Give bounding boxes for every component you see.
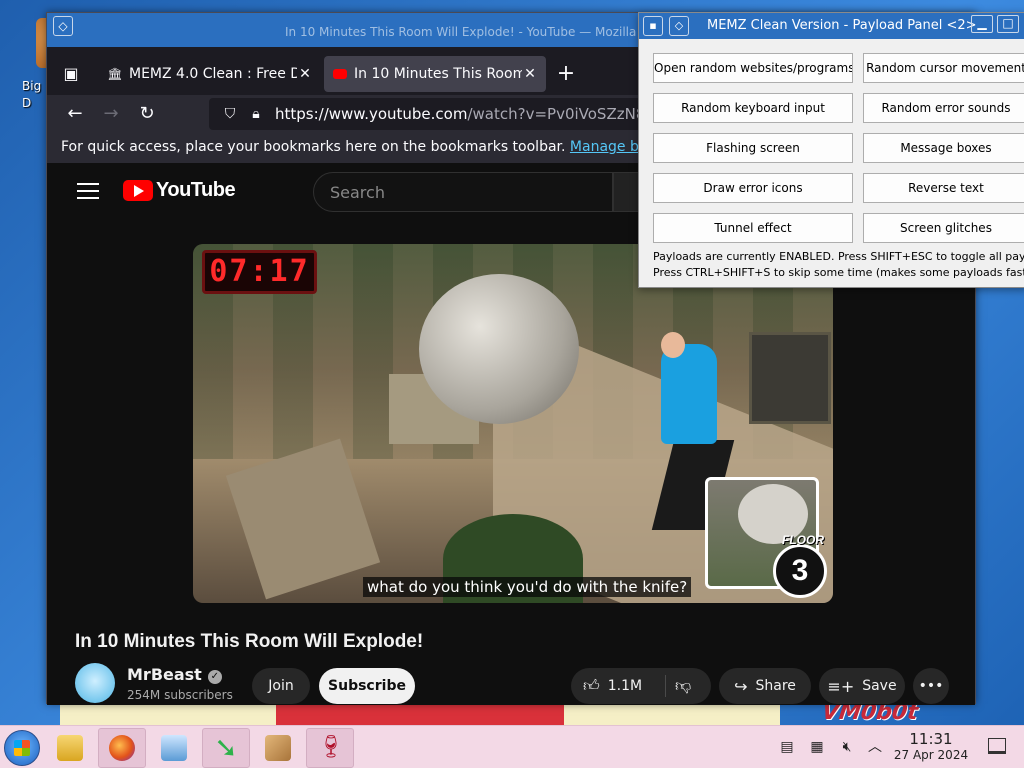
- tab-label: In 10 Minutes This Room: [354, 66, 522, 82]
- playlist-add-icon: ≡+: [827, 676, 855, 696]
- youtube-icon: [332, 66, 348, 82]
- subscriber-count: 254M subscribers: [127, 688, 233, 702]
- save-button[interactable]: ≡+ Save: [819, 668, 905, 704]
- show-desktop-icon[interactable]: [988, 738, 1006, 754]
- panel-title: MEMZ Clean Version - Payload Panel <2>: [707, 18, 977, 33]
- payload-button[interactable]: Reverse text: [863, 173, 1024, 203]
- url-text[interactable]: https://www.youtube.com/watch?v=Pv0iVoSZ…: [275, 105, 645, 123]
- shield-icon[interactable]: ⛉: [217, 106, 243, 122]
- payload-button[interactable]: Flashing screen: [653, 133, 853, 163]
- window-icon[interactable]: ▪: [643, 16, 663, 36]
- window-menu-icon[interactable]: ◇: [53, 16, 73, 36]
- video-player[interactable]: 07:17 FLOOR 3 what do you think you'd do…: [193, 244, 833, 603]
- payload-button[interactable]: Random cursor movement: [863, 53, 1024, 83]
- thumbs-down-icon[interactable]: 👎︎: [675, 676, 691, 696]
- minimize-icon[interactable]: ▁: [971, 15, 993, 33]
- video-frame: [661, 332, 685, 358]
- youtube-wordmark: YouTube: [156, 179, 236, 201]
- download-icon[interactable]: ➘: [202, 728, 250, 768]
- video-caption: what do you think you'd do with the knif…: [363, 577, 692, 597]
- payload-status-note: Payloads are currently ENABLED. Press SH…: [653, 250, 1024, 263]
- video-frame: [749, 332, 831, 424]
- floor-number: 3: [791, 554, 809, 587]
- clipboard-icon[interactable]: ▦: [808, 738, 826, 756]
- payload-button[interactable]: Open random websites/programs: [653, 53, 853, 83]
- control-panel-icon[interactable]: [150, 728, 198, 768]
- youtube-logo[interactable]: YouTube: [123, 179, 236, 202]
- payload-button[interactable]: Message boxes: [863, 133, 1024, 163]
- like-button[interactable]: 👍︎ 1.1M 👎︎: [571, 668, 711, 704]
- video-frame: [661, 344, 717, 444]
- like-count: 1.1M: [607, 678, 643, 694]
- hamburger-menu-icon[interactable]: [77, 183, 99, 199]
- wine-icon[interactable]: 🍷︎: [306, 728, 354, 768]
- maximize-icon[interactable]: □: [997, 15, 1019, 33]
- package-icon[interactable]: [254, 728, 302, 768]
- url-path: /watch?v=Pv0iVoSZzN8: [467, 105, 646, 123]
- memz-payload-panel: ▪ ◇ MEMZ Clean Version - Payload Panel <…: [638, 12, 1024, 288]
- verified-icon: ✓: [207, 670, 222, 684]
- close-tab-icon[interactable]: ✕: [522, 66, 538, 82]
- reload-icon[interactable]: ↻: [133, 101, 161, 127]
- file-manager-icon[interactable]: [46, 728, 94, 768]
- channel-avatar[interactable]: [75, 663, 115, 703]
- back-icon[interactable]: ←: [61, 101, 89, 127]
- archive-icon: 🏛: [107, 67, 123, 81]
- tab-memz[interactable]: 🏛 MEMZ 4.0 Clean : Free Do ✕: [99, 56, 321, 92]
- tab-list-icon[interactable]: ▣: [57, 60, 85, 88]
- speaker-muted-icon[interactable]: 🔇︎: [838, 738, 856, 756]
- video-frame: [225, 438, 381, 600]
- youtube-play-icon: [123, 180, 153, 201]
- desktop-icon-label: Big D: [22, 79, 42, 110]
- floor-badge: FLOOR 3: [773, 533, 827, 598]
- video-timer-overlay: 07:17: [202, 250, 317, 294]
- window-title: In 10 Minutes This Room Will Explode! - …: [285, 25, 680, 39]
- network-icon[interactable]: ▤: [778, 738, 796, 756]
- firefox-icon[interactable]: [98, 728, 146, 768]
- close-tab-icon[interactable]: ✕: [297, 66, 313, 82]
- payload-button[interactable]: Random error sounds: [863, 93, 1024, 123]
- payload-shortcut-note: Press CTRL+SHIFT+S to skip some time (ma…: [653, 266, 1024, 279]
- video-title: In 10 Minutes This Room Will Explode!: [75, 631, 424, 652]
- save-label: Save: [862, 678, 897, 694]
- address-bar[interactable]: ⛉ 🔒︎ https://www.youtube.com/watch?v=Pv0…: [209, 98, 659, 130]
- new-tab-button[interactable]: +: [553, 62, 579, 88]
- share-label: Share: [755, 678, 796, 694]
- subscribe-button[interactable]: Subscribe: [319, 668, 415, 704]
- forward-icon[interactable]: →: [97, 101, 125, 127]
- channel-name-row[interactable]: MrBeast ✓: [127, 665, 222, 684]
- more-actions-icon[interactable]: •••: [913, 668, 949, 704]
- url-host: https://www.youtube.com: [275, 105, 468, 123]
- tab-label: MEMZ 4.0 Clean : Free Do: [129, 66, 297, 82]
- clock-date: 27 Apr 2024: [893, 748, 969, 762]
- channel-name[interactable]: MrBeast: [127, 665, 202, 684]
- join-button[interactable]: Join: [252, 668, 310, 704]
- share-icon: ↪: [734, 676, 748, 696]
- search-input[interactable]: Search: [313, 172, 613, 212]
- share-button[interactable]: ↪ Share: [719, 668, 811, 704]
- clock-time: 11:31: [909, 730, 953, 748]
- payload-button[interactable]: Draw error icons: [653, 173, 853, 203]
- start-button[interactable]: [4, 730, 40, 766]
- lock-icon[interactable]: 🔒︎: [243, 106, 269, 122]
- payload-button[interactable]: Tunnel effect: [653, 213, 853, 243]
- taskbar: ➘ 🍷︎ ▤ ▦ 🔇︎ ︿ 11:31 27 Apr 2024: [0, 725, 1024, 768]
- video-frame: [419, 274, 579, 424]
- system-clock[interactable]: 11:31 27 Apr 2024: [882, 731, 980, 763]
- payload-button[interactable]: Screen glitches: [863, 213, 1024, 243]
- thumbs-up-icon: 👍︎: [583, 676, 600, 695]
- panel-titlebar[interactable]: ▪ ◇ MEMZ Clean Version - Payload Panel <…: [639, 13, 1024, 39]
- floor-label: FLOOR: [782, 533, 824, 547]
- tab-youtube[interactable]: In 10 Minutes This Room ✕: [324, 56, 546, 92]
- bookmarks-hint: For quick access, place your bookmarks h…: [61, 139, 566, 155]
- like-divider: [665, 675, 666, 697]
- payload-button[interactable]: Random keyboard input: [653, 93, 853, 123]
- window-menu-icon[interactable]: ◇: [669, 16, 689, 36]
